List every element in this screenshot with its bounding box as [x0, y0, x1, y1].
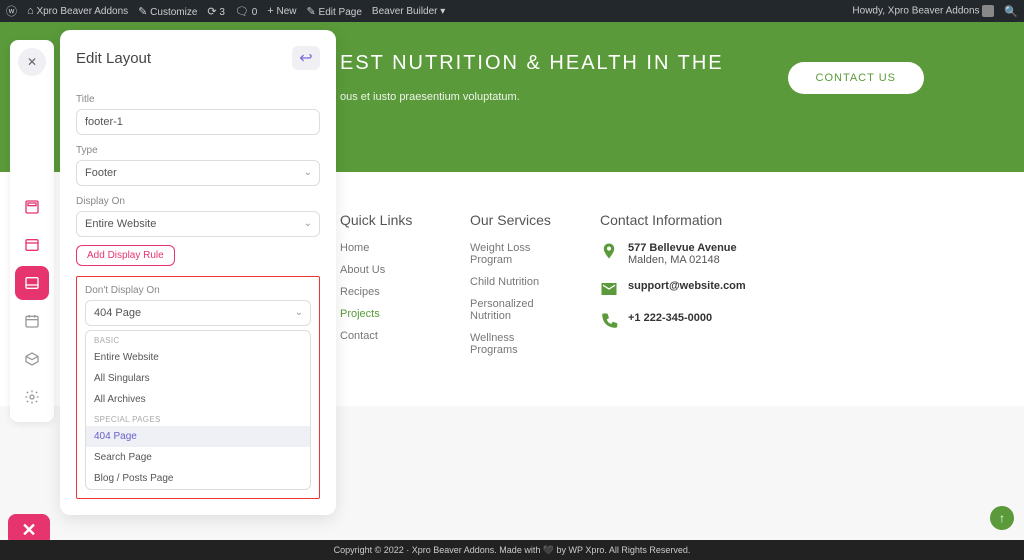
dont-display-label: Don't Display On: [85, 285, 311, 296]
dont-display-highlight: Don't Display On ⌄ BASIC Entire Website …: [76, 276, 320, 499]
scroll-top-button[interactable]: ↑: [990, 506, 1014, 530]
panel-title: Edit Layout: [76, 50, 151, 67]
panel-back-button[interactable]: ↩: [292, 46, 320, 70]
service-personalized[interactable]: Personalized Nutrition: [470, 298, 560, 322]
dropdown-group-basic: BASIC: [86, 331, 310, 347]
opt-blog-posts-page[interactable]: Blog / Posts Page: [86, 468, 310, 489]
service-child-nutrition[interactable]: Child Nutrition: [470, 276, 560, 288]
sidebar-window-icon[interactable]: [15, 228, 49, 262]
display-on-select[interactable]: [76, 211, 320, 237]
search-icon[interactable]: 🔍: [1004, 5, 1018, 18]
sidebar-settings-icon[interactable]: [15, 380, 49, 414]
quick-link-contact[interactable]: Contact: [340, 330, 430, 342]
opt-front-page[interactable]: Front Page: [86, 489, 310, 490]
services-title: Our Services: [470, 212, 560, 228]
opt-404-page[interactable]: 404 Page: [86, 426, 310, 447]
type-label: Type: [76, 145, 320, 156]
avatar: [982, 5, 994, 17]
edit-page-link[interactable]: ✎ Edit Page: [307, 5, 362, 18]
add-display-rule-button[interactable]: Add Display Rule: [76, 245, 175, 266]
customize-link[interactable]: ✎ Customize: [138, 5, 197, 18]
sidebar-close-button[interactable]: ✕: [18, 48, 46, 76]
quick-links-col: Quick Links Home About Us Recipes Projec…: [340, 212, 430, 366]
contact-us-button[interactable]: CONTACT US: [788, 62, 925, 94]
dropdown-group-special: SPECIAL PAGES: [86, 410, 310, 426]
services-col: Our Services Weight Loss Program Child N…: [470, 212, 560, 366]
phone-icon: [600, 312, 618, 330]
contact-title: Contact Information: [600, 212, 800, 228]
sidebar-box-icon[interactable]: [15, 342, 49, 376]
new-link[interactable]: + New: [267, 5, 296, 17]
sidebar-layout-icon[interactable]: [15, 190, 49, 224]
beaver-builder-link[interactable]: Beaver Builder ▾: [372, 6, 445, 17]
contact-phone[interactable]: +1 222-345-0000: [628, 312, 712, 324]
quick-link-about[interactable]: About Us: [340, 264, 430, 276]
title-input[interactable]: [76, 109, 320, 135]
opt-all-archives[interactable]: All Archives: [86, 389, 310, 410]
opt-entire-website[interactable]: Entire Website: [86, 347, 310, 368]
updates-link[interactable]: ⟳ 3: [207, 5, 225, 18]
opt-all-singulars[interactable]: All Singulars: [86, 368, 310, 389]
quick-links-title: Quick Links: [340, 212, 430, 228]
comments-link[interactable]: 🗨 0: [235, 5, 257, 18]
service-wellness[interactable]: Wellness Programs: [470, 332, 560, 356]
title-label: Title: [76, 94, 320, 105]
site-name-link[interactable]: ⌂ Xpro Beaver Addons: [27, 5, 128, 17]
builder-sidebar: ✕: [10, 40, 54, 422]
howdy-link[interactable]: Howdy, Xpro Beaver Addons: [852, 5, 994, 17]
copyright-bar: Copyright © 2022 · Xpro Beaver Addons. M…: [0, 540, 1024, 560]
sidebar-calendar-icon[interactable]: [15, 304, 49, 338]
quick-link-home[interactable]: Home: [340, 242, 430, 254]
dont-display-select[interactable]: [85, 300, 311, 326]
contact-col: Contact Information 577 Bellevue AvenueM…: [600, 212, 800, 366]
contact-address: 577 Bellevue AvenueMalden, MA 02148: [628, 242, 737, 266]
edit-layout-panel: Edit Layout ↩ Title Type ⌄ Display On ⌄ …: [60, 30, 336, 515]
dont-display-dropdown: BASIC Entire Website All Singulars All A…: [85, 330, 311, 490]
type-select[interactable]: [76, 160, 320, 186]
sidebar-footer-icon[interactable]: [15, 266, 49, 300]
map-pin-icon: [600, 242, 618, 260]
service-weight-loss[interactable]: Weight Loss Program: [470, 242, 560, 266]
contact-email[interactable]: support@website.com: [628, 280, 746, 292]
wp-logo-icon[interactable]: ⓦ: [6, 3, 17, 19]
display-on-label: Display On: [76, 196, 320, 207]
quick-link-recipes[interactable]: Recipes: [340, 286, 430, 298]
wp-admin-bar: ⓦ ⌂ Xpro Beaver Addons ✎ Customize ⟳ 3 🗨…: [0, 0, 1024, 22]
opt-search-page[interactable]: Search Page: [86, 447, 310, 468]
envelope-icon: [600, 280, 618, 298]
quick-link-projects[interactable]: Projects: [340, 308, 430, 320]
